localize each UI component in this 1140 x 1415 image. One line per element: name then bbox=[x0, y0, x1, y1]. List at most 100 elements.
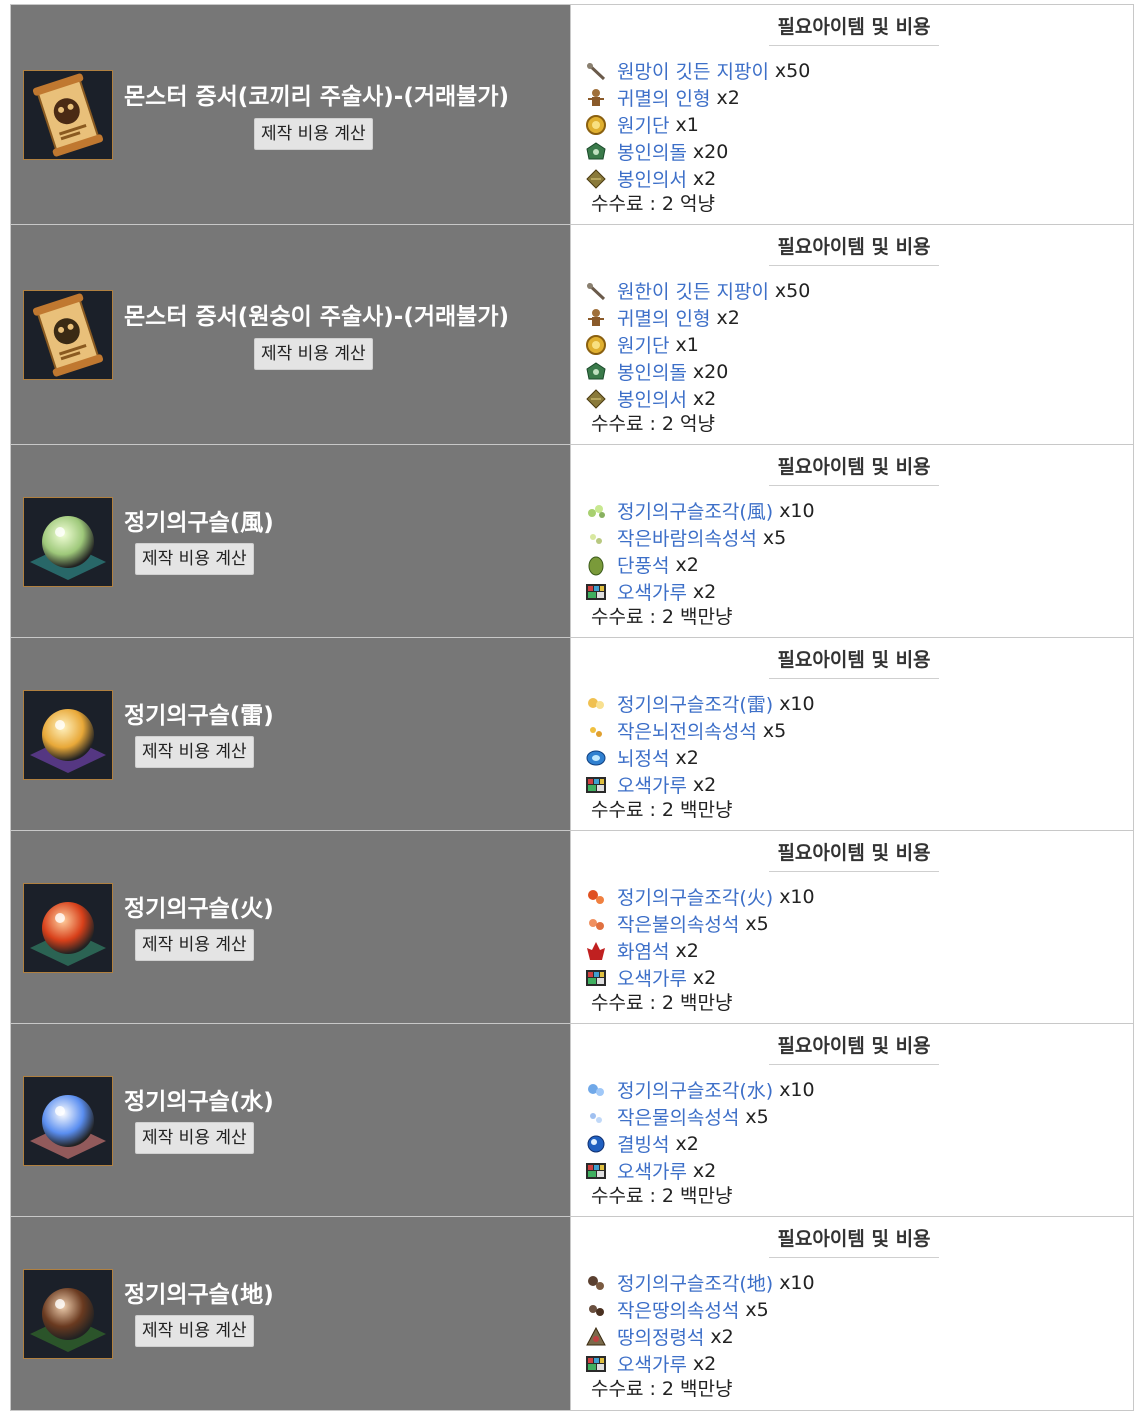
required-item-qty: x10 bbox=[779, 1271, 815, 1294]
required-item: 정기의구슬조각(風) x10 bbox=[585, 497, 815, 524]
required-item-link[interactable]: 원한이 깃든 지팡이 bbox=[617, 277, 769, 304]
required-item-link[interactable]: 땅의정령석 bbox=[617, 1323, 704, 1350]
calc-cost-button[interactable]: 제작 비용 계산 bbox=[254, 338, 373, 370]
fee-text: 수수료 : 2 억냥 bbox=[591, 192, 810, 216]
required-item: 결빙석 x2 bbox=[585, 1130, 815, 1157]
fee-label: 수수료 : bbox=[591, 193, 662, 215]
staff-icon bbox=[585, 280, 607, 302]
required-item-qty: x10 bbox=[779, 499, 815, 522]
required-item-link[interactable]: 원기단 bbox=[617, 331, 669, 358]
wind-fragment-icon bbox=[585, 500, 607, 522]
required-item-qty: x1 bbox=[675, 333, 699, 356]
required-item: 오색가루 x2 bbox=[585, 771, 815, 798]
doll-icon bbox=[585, 87, 607, 109]
required-item-link[interactable]: 정기의구슬조각(火) bbox=[617, 883, 773, 910]
required-item: 원기단 x1 bbox=[585, 111, 810, 138]
orb-water-icon bbox=[23, 1076, 113, 1166]
seal-stone-icon bbox=[585, 141, 607, 163]
required-item-link[interactable]: 오색가루 bbox=[617, 578, 687, 605]
required-item-link[interactable]: 오색가루 bbox=[617, 771, 687, 798]
required-item-qty: x1 bbox=[675, 113, 699, 136]
required-items-list: 정기의구슬조각(水) x10 작은물의속성석 x5 결빙석 x2 오색가루 x2 수수료 : 2… bbox=[585, 1076, 815, 1208]
seal-book-icon bbox=[585, 168, 607, 190]
required-item-link[interactable]: 귀멸의 인형 bbox=[617, 304, 710, 331]
required-item-link[interactable]: 봉인의돌 bbox=[617, 358, 687, 385]
required-item-link[interactable]: 화염석 bbox=[617, 937, 669, 964]
required-item-link[interactable]: 정기의구슬조각(地) bbox=[617, 1269, 773, 1296]
required-item-link[interactable]: 봉인의서 bbox=[617, 385, 687, 412]
recipe-product-cell: 몬스터 증서(원숭이 주술사)-(거래불가) 제작 비용 계산 bbox=[10, 225, 571, 444]
required-item-link[interactable]: 봉인의돌 bbox=[617, 138, 687, 165]
thunder-crystal-icon bbox=[585, 747, 607, 769]
required-items-heading: 필요아이템 및 비용 bbox=[769, 1031, 939, 1065]
calc-cost-button[interactable]: 제작 비용 계산 bbox=[135, 1122, 254, 1154]
required-item-link[interactable]: 오색가루 bbox=[617, 1350, 687, 1377]
orb-earth-icon bbox=[23, 1269, 113, 1359]
fee-text: 수수료 : 2 백만냥 bbox=[591, 605, 815, 629]
required-item-qty: x50 bbox=[774, 279, 811, 302]
seal-book-icon bbox=[585, 388, 607, 410]
required-item-link[interactable]: 봉인의서 bbox=[617, 165, 687, 192]
required-item-link[interactable]: 작은불의속성석 bbox=[617, 910, 739, 937]
required-item-link[interactable]: 작은바람의속성석 bbox=[617, 524, 757, 551]
required-item: 오색가루 x2 bbox=[585, 1157, 815, 1184]
required-item-qty: x5 bbox=[745, 1298, 769, 1321]
required-item: 원한이 깃든 지팡이 x50 bbox=[585, 277, 810, 304]
maple-stone-icon bbox=[585, 554, 607, 576]
gold-orb-icon bbox=[585, 334, 607, 356]
required-item-link[interactable]: 작은뇌전의속성석 bbox=[617, 717, 757, 744]
required-items-list: 정기의구슬조각(火) x10 작은불의속성석 x5 화염석 x2 오색가루 x2 수수료 : 2… bbox=[585, 883, 815, 1015]
required-item-qty: x2 bbox=[692, 966, 717, 989]
required-item: 봉인의서 x2 bbox=[585, 165, 810, 192]
required-items-cell: 필요아이템 및 비용 정기의구슬조각(雷) x10 작은뇌전의속성석 x5 뇌정석 x2 오색… bbox=[571, 638, 1134, 830]
calc-cost-button[interactable]: 제작 비용 계산 bbox=[135, 543, 254, 575]
recipe-row: 몬스터 증서(원숭이 주술사)-(거래불가) 제작 비용 계산 필요아이템 및 비용… bbox=[10, 225, 1134, 445]
fee-text: 수수료 : 2 백만냥 bbox=[591, 1184, 815, 1208]
required-items-list: 정기의구슬조각(雷) x10 작은뇌전의속성석 x5 뇌정석 x2 오색가루 x2 수수료 : … bbox=[585, 690, 815, 822]
required-items-cell: 필요아이템 및 비용 원망이 깃든 지팡이 x50 귀멸의 인형 x2 원기단 x1 봉인의돌… bbox=[571, 5, 1134, 224]
five-color-powder-icon bbox=[585, 967, 607, 989]
required-item-link[interactable]: 작은물의속성석 bbox=[617, 1103, 739, 1130]
required-item-qty: x50 bbox=[774, 59, 811, 82]
required-item-link[interactable]: 귀멸의 인형 bbox=[617, 84, 710, 111]
recipe-product-cell: 정기의구슬(風) 제작 비용 계산 bbox=[10, 445, 571, 637]
required-item-qty: x10 bbox=[779, 692, 815, 715]
required-item-qty: x2 bbox=[692, 387, 717, 410]
required-item-link[interactable]: 단풍석 bbox=[617, 551, 669, 578]
ice-stone-icon bbox=[585, 1133, 607, 1155]
required-item: 뇌정석 x2 bbox=[585, 744, 815, 771]
required-item-link[interactable]: 정기의구슬조각(雷) bbox=[617, 690, 773, 717]
required-item-link[interactable]: 원기단 bbox=[617, 111, 669, 138]
required-item-link[interactable]: 오색가루 bbox=[617, 1157, 687, 1184]
orb-thunder-icon bbox=[23, 690, 113, 780]
calc-cost-button[interactable]: 제작 비용 계산 bbox=[135, 929, 254, 961]
required-item-link[interactable]: 뇌정석 bbox=[617, 744, 669, 771]
fee-label: 수수료 : bbox=[591, 1185, 662, 1207]
thunder-stone-small-icon bbox=[585, 720, 607, 742]
required-item: 귀멸의 인형 x2 bbox=[585, 304, 810, 331]
required-item-link[interactable]: 결빙석 bbox=[617, 1130, 669, 1157]
required-item-link[interactable]: 오색가루 bbox=[617, 964, 687, 991]
required-item: 작은바람의속성석 x5 bbox=[585, 524, 815, 551]
calc-cost-button[interactable]: 제작 비용 계산 bbox=[254, 118, 373, 150]
fee-label: 수수료 : bbox=[591, 992, 662, 1014]
required-items-list: 원망이 깃든 지팡이 x50 귀멸의 인형 x2 원기단 x1 봉인의돌 x20 봉인의서 x2 수… bbox=[585, 57, 810, 216]
calc-cost-button[interactable]: 제작 비용 계산 bbox=[135, 1315, 254, 1347]
required-item: 화염석 x2 bbox=[585, 937, 815, 964]
required-item-link[interactable]: 원망이 깃든 지팡이 bbox=[617, 57, 769, 84]
recipe-row: 정기의구슬(雷) 제작 비용 계산 필요아이템 및 비용 정기의구슬조각(雷) x10 작… bbox=[10, 638, 1134, 831]
fee-value: 2 백만냥 bbox=[661, 799, 733, 821]
calc-cost-button[interactable]: 제작 비용 계산 bbox=[135, 736, 254, 768]
required-item-qty: x2 bbox=[692, 167, 717, 190]
fee-value: 2 백만냥 bbox=[661, 992, 733, 1014]
fee-label: 수수료 : bbox=[591, 799, 662, 821]
recipe-row: 정기의구슬(風) 제작 비용 계산 필요아이템 및 비용 정기의구슬조각(風) x10 작… bbox=[10, 445, 1134, 638]
required-item: 작은불의속성석 x5 bbox=[585, 910, 815, 937]
required-item-qty: x2 bbox=[716, 86, 740, 109]
fee-text: 수수료 : 2 백만냥 bbox=[591, 1377, 815, 1401]
required-item-link[interactable]: 정기의구슬조각(水) bbox=[617, 1076, 773, 1103]
product-name: 정기의구슬(火) bbox=[124, 896, 274, 922]
required-item-link[interactable]: 정기의구슬조각(風) bbox=[617, 497, 773, 524]
required-item-link[interactable]: 작은땅의속성석 bbox=[617, 1296, 739, 1323]
required-item-qty: x10 bbox=[779, 1078, 815, 1101]
